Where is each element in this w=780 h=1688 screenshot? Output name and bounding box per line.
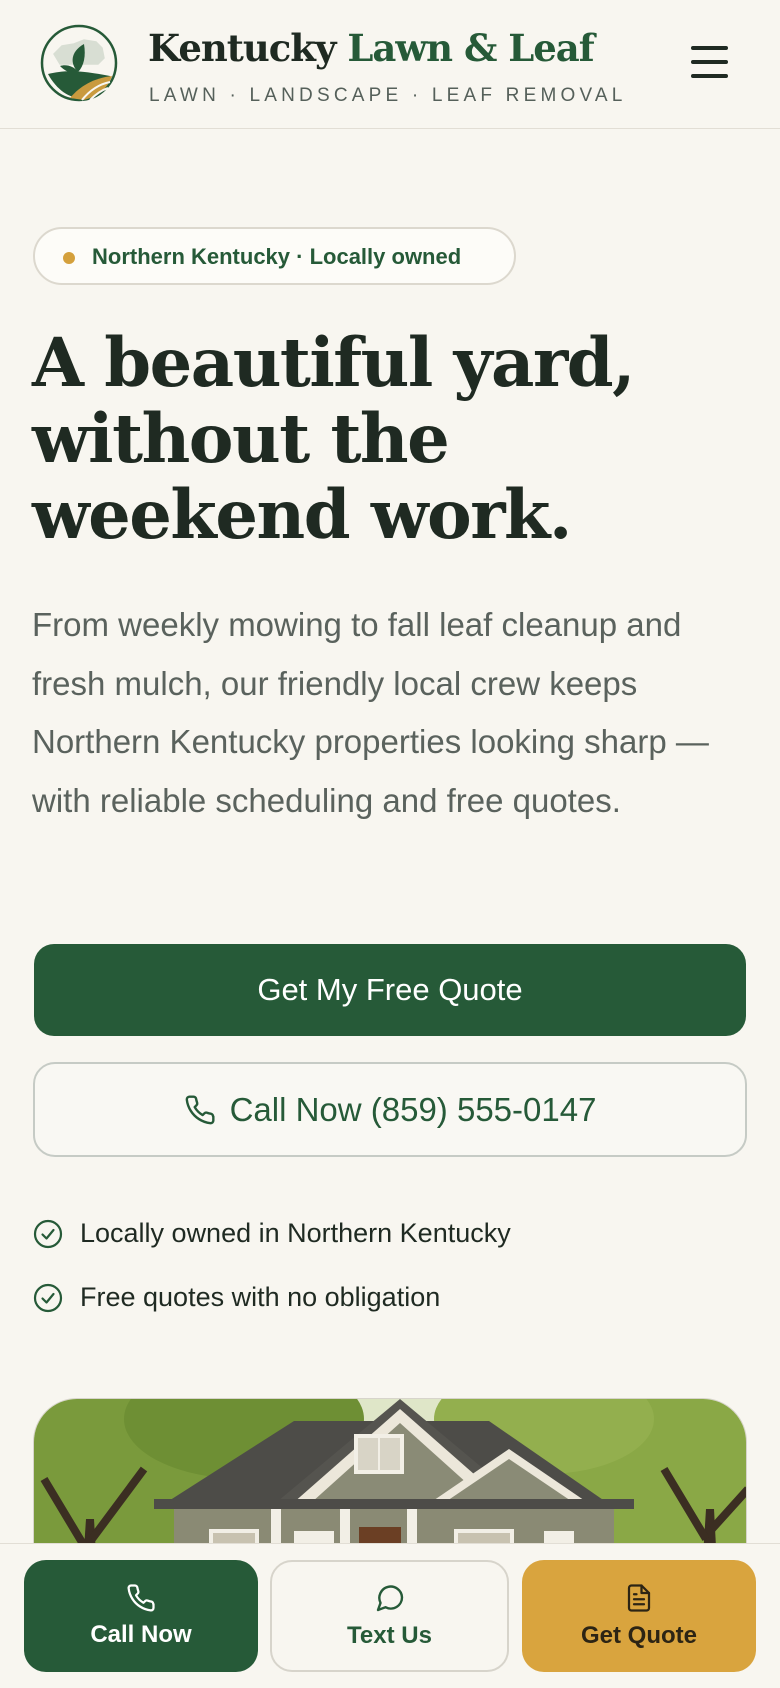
get-free-quote-label: Get My Free Quote [257,972,523,1007]
check-circle-icon [33,1219,63,1248]
hero-title-line: A beautiful yard, [32,323,635,402]
chat-bubble-icon [376,1585,403,1612]
document-icon [627,1584,651,1612]
hero-description: From weekly mowing to fall leaf cleanup … [32,606,709,819]
brand-name[interactable]: Kentucky Lawn & Leaf [148,26,595,70]
badge-dot-icon [63,252,75,264]
trust-point-label: Free quotes with no obligation [80,1282,441,1312]
phone-icon [127,1584,155,1612]
hero-title: A beautiful yard, without the weekend wo… [32,325,732,553]
trust-point-label: Locally owned in Northern Kentucky [80,1218,511,1248]
brand-name-part2: Lawn & Leaf [347,26,594,70]
call-now-label: Call Now (859) 555-0147 [229,1090,597,1128]
page: Kentucky Lawn & Leaf LAWN · LANDSCAPE · … [0,0,780,1688]
leaf-kentucky-logo[interactable] [40,24,118,102]
get-free-quote-button[interactable]: Get My Free Quote [34,944,746,1036]
trust-point: Locally owned in Northern Kentucky [33,1218,511,1249]
badge-text: Northern Kentucky · Locally owned [92,244,462,269]
check-circle-icon [33,1283,63,1312]
hero-title-line: without the [32,399,450,478]
bottom-call-now-button[interactable]: Call Now [24,1560,258,1672]
location-badge: Northern Kentucky · Locally owned [33,227,516,285]
hamburger-menu-icon[interactable] [684,40,736,88]
site-header: Kentucky Lawn & Leaf LAWN · LANDSCAPE · … [0,0,780,129]
call-now-button[interactable]: Call Now (859) 555-0147 [33,1062,747,1157]
bottom-get-quote-button[interactable]: Get Quote [522,1560,756,1672]
hero-title-line: weekend work. [32,475,572,554]
brand-tagline: LAWN · LANDSCAPE · LEAF REMOVAL [149,85,627,106]
bottom-text-us-label: Text Us [347,1622,432,1649]
bottom-get-quote-label: Get Quote [580,1622,697,1649]
phone-icon [185,1094,215,1124]
trust-point: Free quotes with no obligation [33,1282,440,1313]
brand-name-part1: Kentucky [148,26,336,70]
bottom-text-us-button[interactable]: Text Us [270,1560,509,1672]
bottom-call-now-label: Call Now [90,1621,192,1648]
